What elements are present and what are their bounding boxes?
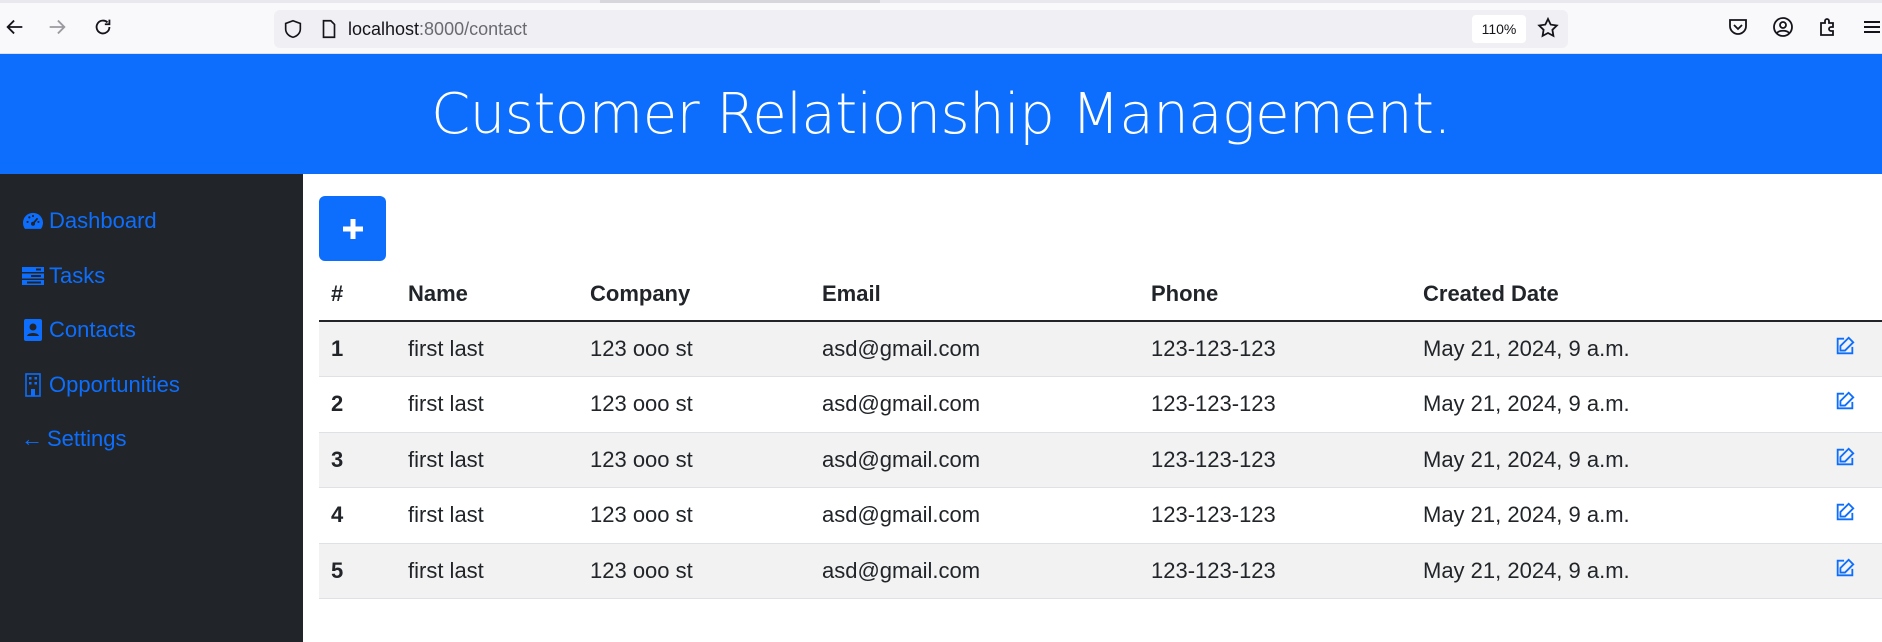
back-arrow-icon bbox=[6, 19, 23, 35]
sidebar: Dashboard Tasks Contacts Opportunities ←… bbox=[0, 174, 303, 642]
account-icon[interactable] bbox=[1771, 15, 1795, 39]
row-index: 3 bbox=[319, 432, 396, 488]
edit-icon[interactable] bbox=[1834, 446, 1858, 470]
add-contact-button[interactable] bbox=[319, 196, 386, 261]
active-tab-indicator bbox=[600, 0, 880, 3]
column-header-created-date: Created Date bbox=[1411, 267, 1822, 322]
row-actions bbox=[1822, 487, 1882, 544]
pocket-icon[interactable] bbox=[1726, 15, 1750, 39]
row-email: asd@gmail.com bbox=[810, 432, 1139, 488]
edit-icon[interactable] bbox=[1834, 501, 1858, 525]
edit-icon[interactable] bbox=[1834, 390, 1858, 414]
url-text[interactable]: localhost:8000/contact bbox=[348, 18, 527, 40]
row-index: 1 bbox=[319, 321, 396, 377]
row-name: first last bbox=[396, 487, 578, 544]
row-email: asd@gmail.com bbox=[810, 321, 1139, 377]
sidebar-item-contacts[interactable]: Contacts bbox=[0, 303, 303, 358]
sidebar-item-opportunities[interactable]: Opportunities bbox=[0, 358, 303, 413]
table-header-row: # Name Company Email Phone Created Date bbox=[319, 267, 1882, 322]
tasks-icon bbox=[21, 264, 45, 288]
reload-button[interactable] bbox=[90, 14, 116, 40]
row-name: first last bbox=[396, 376, 578, 433]
row-email: asd@gmail.com bbox=[810, 487, 1139, 544]
contact-book-icon bbox=[21, 318, 45, 342]
row-company: 123 ooo st bbox=[578, 321, 810, 377]
row-actions bbox=[1822, 376, 1882, 433]
row-created-date: May 21, 2024, 9 a.m. bbox=[1411, 321, 1822, 377]
row-company: 123 ooo st bbox=[578, 376, 810, 433]
row-phone: 123-123-123 bbox=[1139, 487, 1411, 544]
row-index: 4 bbox=[319, 487, 396, 544]
column-header-actions bbox=[1822, 267, 1882, 322]
shield-icon[interactable] bbox=[282, 18, 304, 40]
extensions-icon[interactable] bbox=[1816, 15, 1840, 39]
row-index: 2 bbox=[319, 376, 396, 433]
url-host: localhost bbox=[348, 19, 420, 39]
sidebar-item-label: Tasks bbox=[49, 262, 106, 288]
sidebar-item-label: Opportunities bbox=[49, 371, 180, 397]
row-phone: 123-123-123 bbox=[1139, 432, 1411, 488]
row-actions bbox=[1822, 432, 1882, 488]
sidebar-item-settings[interactable]: ← Settings bbox=[0, 412, 303, 467]
edit-icon[interactable] bbox=[1834, 335, 1858, 359]
row-company: 123 ooo st bbox=[578, 487, 810, 544]
row-company: 123 ooo st bbox=[578, 432, 810, 488]
column-header-company: Company bbox=[578, 267, 810, 322]
row-created-date: May 21, 2024, 9 a.m. bbox=[1411, 432, 1822, 488]
table-row: 4 first last 123 ooo st asd@gmail.com 12… bbox=[319, 487, 1882, 544]
browser-toolbar: localhost:8000/contact 110% bbox=[0, 0, 1882, 54]
main-content: # Name Company Email Phone Created Date … bbox=[319, 196, 1882, 599]
row-email: asd@gmail.com bbox=[810, 376, 1139, 433]
row-name: first last bbox=[396, 543, 578, 599]
bookmark-star-icon[interactable] bbox=[1536, 16, 1560, 40]
sidebar-item-tasks[interactable]: Tasks bbox=[0, 249, 303, 304]
url-bar[interactable]: localhost:8000/contact 110% bbox=[274, 10, 1568, 48]
contacts-table: # Name Company Email Phone Created Date … bbox=[319, 267, 1882, 599]
app-header: Customer Relationship Management. bbox=[0, 54, 1882, 174]
row-created-date: May 21, 2024, 9 a.m. bbox=[1411, 376, 1822, 433]
column-header-phone: Phone bbox=[1139, 267, 1411, 322]
row-phone: 123-123-123 bbox=[1139, 321, 1411, 377]
row-phone: 123-123-123 bbox=[1139, 376, 1411, 433]
zoom-level[interactable]: 110% bbox=[1472, 15, 1526, 43]
column-header-index: # bbox=[319, 267, 396, 322]
forward-button[interactable] bbox=[44, 14, 70, 40]
table-row: 5 first last 123 ooo st asd@gmail.com 12… bbox=[319, 543, 1882, 599]
edit-icon[interactable] bbox=[1834, 557, 1858, 581]
sidebar-item-label: Dashboard bbox=[49, 208, 157, 234]
row-name: first last bbox=[396, 432, 578, 488]
forward-arrow-icon bbox=[49, 19, 66, 35]
sidebar-item-label: Settings bbox=[47, 426, 127, 452]
sidebar-item-dashboard[interactable]: Dashboard bbox=[0, 194, 303, 249]
table-row: 1 first last 123 ooo st asd@gmail.com 12… bbox=[319, 321, 1882, 377]
page-title: Customer Relationship Management. bbox=[431, 81, 1451, 147]
row-name: first last bbox=[396, 321, 578, 377]
row-company: 123 ooo st bbox=[578, 543, 810, 599]
row-actions bbox=[1822, 321, 1882, 377]
row-index: 5 bbox=[319, 543, 396, 599]
tab-strip bbox=[0, 0, 1882, 3]
row-phone: 123-123-123 bbox=[1139, 543, 1411, 599]
column-header-name: Name bbox=[396, 267, 578, 322]
table-row: 3 first last 123 ooo st asd@gmail.com 12… bbox=[319, 432, 1882, 488]
menu-icon[interactable] bbox=[1860, 15, 1882, 39]
reload-icon bbox=[95, 19, 111, 35]
table-row: 2 first last 123 ooo st asd@gmail.com 12… bbox=[319, 376, 1882, 433]
row-email: asd@gmail.com bbox=[810, 543, 1139, 599]
building-icon bbox=[21, 372, 45, 397]
sidebar-item-label: Contacts bbox=[49, 317, 136, 343]
row-created-date: May 21, 2024, 9 a.m. bbox=[1411, 487, 1822, 544]
page-icon[interactable] bbox=[318, 18, 340, 40]
plus-icon bbox=[342, 218, 363, 239]
column-header-email: Email bbox=[810, 267, 1139, 322]
row-actions bbox=[1822, 543, 1882, 599]
url-path: :8000/contact bbox=[419, 19, 528, 39]
arrow-left-icon: ← bbox=[21, 426, 43, 452]
row-created-date: May 21, 2024, 9 a.m. bbox=[1411, 543, 1822, 599]
gauge-icon bbox=[21, 209, 45, 233]
back-button[interactable] bbox=[2, 14, 28, 40]
